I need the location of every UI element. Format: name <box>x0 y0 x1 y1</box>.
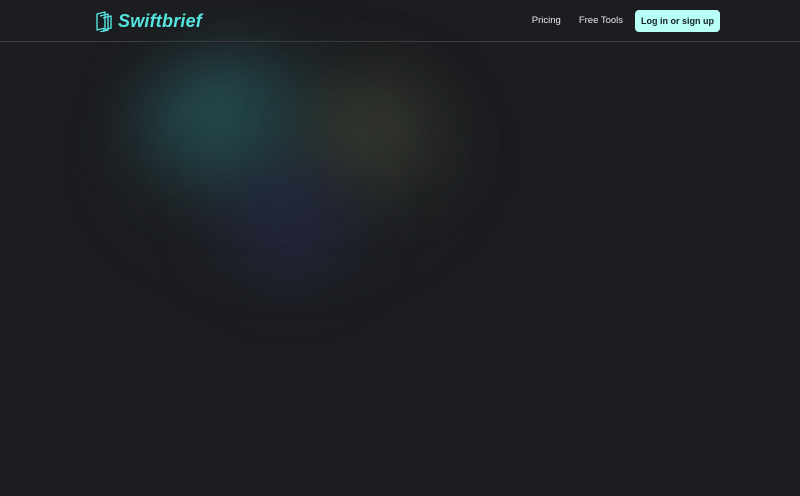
brand-name: Swiftbrief <box>118 10 203 31</box>
glow-olive-blob <box>294 67 464 207</box>
hero-glow-background <box>0 0 800 496</box>
glow-blue-blob <box>196 151 381 291</box>
stacked-frames-icon <box>96 11 112 32</box>
login-signup-button[interactable]: Log in or sign up <box>635 10 720 32</box>
glow-teal-blob <box>128 50 348 200</box>
glow-shadow-blob <box>110 48 490 283</box>
primary-navigation: Pricing Free Tools Log in or sign up <box>532 10 720 32</box>
nav-link-pricing[interactable]: Pricing <box>532 10 561 32</box>
brand-logo-link[interactable]: Swiftbrief <box>94 9 202 33</box>
nav-link-free-tools[interactable]: Free Tools <box>579 10 623 32</box>
site-header: Swiftbrief Pricing Free Tools Log in or … <box>0 0 800 42</box>
